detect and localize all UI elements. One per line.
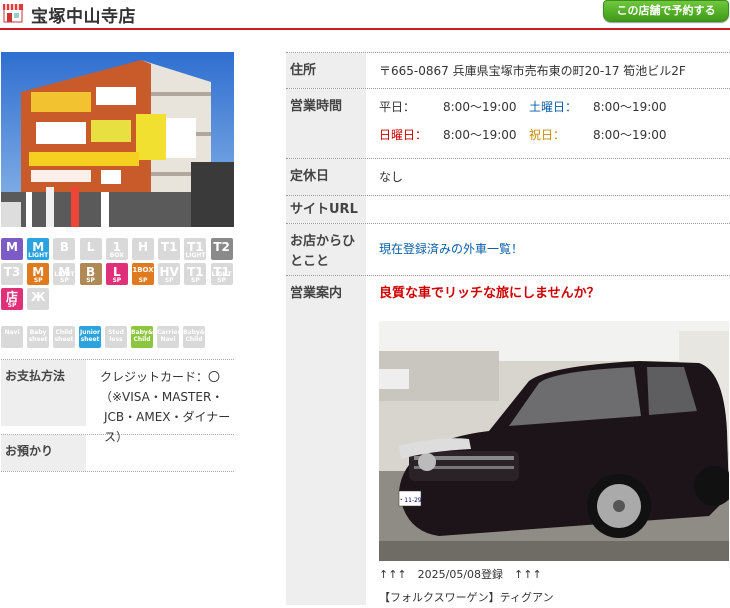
option-icon: Junior sheet <box>79 326 101 348</box>
option-icon: Carrier Navi <box>157 326 180 348</box>
badge-sub: SP <box>112 277 122 284</box>
payment-label: お支払方法 <box>1 360 86 426</box>
sunday-hours: 8:00～19:00 <box>443 128 517 142</box>
closed-label: 定休日 <box>286 159 366 195</box>
badge-label: T2 <box>213 240 230 254</box>
reserve-button[interactable]: この店舗で予約する <box>603 0 729 22</box>
badge-sub: SP <box>164 277 174 284</box>
guide-value: 良質な車でリッチな旅にしませんか？ ・11-29 ↑↑↑ 2025/05/08登… <box>366 276 730 605</box>
option-icon: Child sheet <box>53 326 75 348</box>
car-class-badge: 1BOX SP <box>132 263 154 285</box>
car-class-badge: HV SP <box>158 263 181 285</box>
address-label: 住所 <box>286 53 366 88</box>
deposit-label: お預かり <box>1 435 86 471</box>
badge-label: 1BOX <box>132 266 154 274</box>
store-info-table: 住所 〒665-0867 兵庫県宝塚市売布東の町20-17 筍池ビル2F 営業時… <box>286 52 730 605</box>
car-class-badge: M <box>1 238 23 260</box>
address-row: 住所 〒665-0867 兵庫県宝塚市売布東の町20-17 筍池ビル2F <box>286 52 730 88</box>
holiday-hours: 8:00～19:00 <box>593 128 667 142</box>
badge-label: T1 <box>160 240 178 254</box>
badge-label: T3 <box>3 265 21 279</box>
closed-row: 定休日 なし <box>286 158 730 195</box>
store-icon <box>3 4 23 23</box>
badge-sub: SP <box>7 302 17 309</box>
saturday-label: 土曜日： <box>529 100 578 114</box>
badge-sub: SP <box>191 277 200 284</box>
payment-table: お支払方法 クレジットカード：〇 （※VISA・MASTER・ JCB・AMEX… <box>1 359 234 472</box>
shop-photo <box>1 52 234 227</box>
page-header: 宝塚中山寺店 この店舗で予約する <box>0 0 730 30</box>
car-class-badge: B <box>53 238 76 260</box>
car-class-badge: T1 SP <box>184 263 207 285</box>
guide-headline: 良質な車でリッチな旅にしませんか？ <box>379 286 600 301</box>
badge-sub: SP <box>138 277 148 284</box>
badge-sub: LIGHT <box>28 252 49 259</box>
car-class-badge: L SP <box>105 263 128 285</box>
option-icon: Stud less <box>105 326 127 348</box>
car-class-badge: M LIGHT SP <box>53 263 76 285</box>
car-class-badge: M SP <box>27 263 50 285</box>
car-class-badge: T1 <box>158 238 181 260</box>
holiday-label: 祝日： <box>529 128 566 142</box>
site-url-value[interactable] <box>366 196 730 223</box>
car-class-badge: T1 LIGHT SP <box>210 263 233 285</box>
hours-value: 平日： 8:00～19:00 土曜日： 8:00～19:00 日曜日： 8:00… <box>366 89 730 158</box>
car-class-badge: T1 LIGHT <box>184 238 207 260</box>
car-class-badge: H <box>132 238 154 260</box>
car-class-badge: T3 <box>1 263 23 285</box>
weekday-hours: 8:00～19:00 <box>443 100 517 114</box>
badge-sub: BOX <box>109 252 124 259</box>
payment-line: （※VISA・MASTER・ <box>100 390 224 404</box>
deposit-value <box>86 435 234 449</box>
car-class-badge: B SP <box>79 263 102 285</box>
message-label-line: とこと <box>290 254 330 269</box>
sunday-label: 日曜日： <box>379 128 428 142</box>
option-icon: Navi <box>1 326 23 348</box>
car-class-badge: L <box>79 238 102 260</box>
car-caption-date: ↑↑↑ 2025/05/08登録 ↑↑↑ <box>379 568 542 581</box>
car-class-badge: 1 BOX <box>105 238 128 260</box>
foreign-car-list-link[interactable]: 現在登録済みの外車一覧！ <box>379 242 523 256</box>
car-caption-model: 【フォルクスワーゲン】ティグアン <box>379 591 554 604</box>
message-label-line: お店からひ <box>290 234 356 249</box>
car-class-badge: 店 SP <box>1 288 23 310</box>
message-row: お店からひ とこと 現在登録済みの外車一覧！ <box>286 223 730 275</box>
address-value: 〒665-0867 兵庫県宝塚市売布東の町20-17 筍池ビル2F <box>379 64 686 78</box>
badge-label: Ж <box>30 290 46 304</box>
badge-label: B <box>59 240 69 254</box>
deposit-row: お預かり <box>1 434 234 472</box>
car-class-badge: M LIGHT <box>27 238 50 260</box>
weekday-label: 平日： <box>379 100 416 114</box>
site-url-row: サイトURL <box>286 195 730 223</box>
option-icon: Baby& Child <box>131 326 153 348</box>
badge-sub: LIGHT SP <box>211 271 232 284</box>
car-class-badge: T2 <box>210 238 233 260</box>
badge-label: H <box>137 240 149 254</box>
badge-sub: SP <box>33 277 43 284</box>
badge-label: M <box>6 240 18 254</box>
guide-row: 営業案内 良質な車でリッチな旅にしませんか？ ・11-29 ↑↑↑ 2025/0… <box>286 275 730 605</box>
message-label: お店からひ とこと <box>286 224 366 275</box>
hours-label: 営業時間 <box>286 89 366 158</box>
guide-label: 営業案内 <box>286 276 366 605</box>
payment-line: クレジットカード：〇 <box>100 370 221 384</box>
page-title: 宝塚中山寺店 <box>31 7 136 27</box>
option-icon: Baby sheet <box>27 326 49 348</box>
badge-sub: LIGHT SP <box>54 271 75 284</box>
closed-value: なし <box>379 170 404 184</box>
message-value: 現在登録済みの外車一覧！ <box>366 224 730 275</box>
license-plate-text: ・11-29 <box>398 497 422 504</box>
site-url-label: サイトURL <box>286 196 366 223</box>
badge-label: L <box>86 240 95 254</box>
car-class-badge: Ж <box>27 288 50 310</box>
payment-row: お支払方法 クレジットカード：〇 （※VISA・MASTER・ JCB・AMEX… <box>1 359 234 444</box>
option-icon: Baby& Child <box>183 326 205 348</box>
car-photo: ・11-29 <box>379 321 729 561</box>
badge-sub: SP <box>86 277 95 284</box>
badge-sub: LIGHT <box>185 252 206 259</box>
saturday-hours: 8:00～19:00 <box>593 100 667 114</box>
hours-row: 営業時間 平日： 8:00～19:00 土曜日： 8:00～19:00 日曜日：… <box>286 88 730 158</box>
